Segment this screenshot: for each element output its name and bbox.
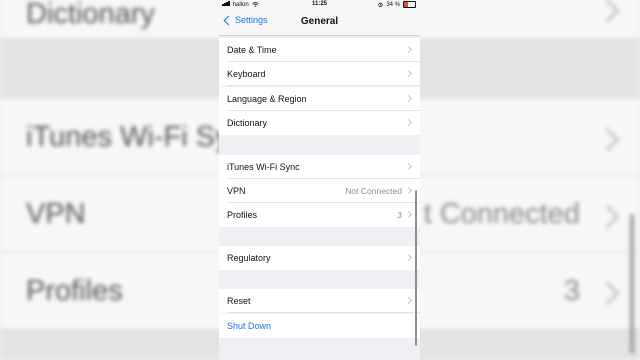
row-itunes-wifi-sync[interactable]: iTunes Wi-Fi Sync (219, 155, 420, 179)
page-title: General (300, 16, 339, 27)
status-bar: hallon 11:25 34 % (219, 0, 420, 10)
row-label: Date & Time (227, 45, 277, 55)
row-label: Reset (227, 296, 251, 306)
vpn-status: Not Connected (345, 186, 402, 196)
row-label: Dictionary (227, 118, 268, 128)
bg-label-profiles: Profiles (26, 275, 123, 307)
row-separator (227, 312, 420, 313)
row-label: Keyboard (227, 69, 266, 79)
row-vpn[interactable]: VPN Not Connected (219, 179, 420, 203)
bg-label-dictionary: Dictionary (26, 0, 155, 30)
row-label: Regulatory (227, 253, 271, 263)
row-label: VPN (227, 186, 246, 196)
battery-fill (404, 2, 408, 7)
row-label: iTunes Wi-Fi Sync (227, 162, 300, 172)
bg-chevron-icon (595, 281, 620, 306)
bg-label-itunes: iTunes Wi-Fi Sy (26, 121, 230, 153)
bg-chevron-icon (595, 0, 620, 23)
chevron-right-icon (404, 45, 413, 54)
bg-scroll-indicator (630, 214, 634, 354)
row-separator (227, 85, 420, 86)
bg-chevron-icon (595, 127, 620, 152)
bg-value-profiles: 3 (563, 275, 580, 307)
chevron-right-icon (404, 118, 413, 127)
row-profiles[interactable]: Profiles 3 (219, 203, 420, 227)
shut-down-label: Shut Down (227, 321, 272, 331)
status-right-group: 34 % (378, 1, 416, 8)
navigation-bar: Settings General (219, 10, 420, 36)
phone-screen: hallon 11:25 34 % Settings General Date … (219, 0, 420, 360)
row-shut-down[interactable]: Shut Down (219, 314, 420, 338)
row-dictionary[interactable]: Dictionary (219, 111, 420, 135)
chevron-right-icon (404, 94, 413, 103)
chevron-right-icon (404, 210, 413, 219)
chevron-right-icon (404, 162, 413, 171)
row-label: Language & Region (227, 94, 307, 104)
bg-value-vpn: t Connected (423, 198, 580, 230)
chevron-right-icon (404, 296, 413, 305)
row-reset[interactable]: Reset (219, 289, 420, 313)
row-regulatory[interactable]: Regulatory (219, 246, 420, 270)
chevron-right-icon (404, 69, 413, 78)
battery-icon (403, 1, 416, 8)
bg-chevron-icon (595, 204, 620, 229)
battery-percent: 34 % (386, 1, 400, 8)
profiles-count: 3 (397, 210, 402, 220)
row-keyboard[interactable]: Keyboard (219, 62, 420, 86)
chevron-right-icon (404, 253, 413, 262)
bg-label-vpn: VPN (26, 198, 86, 230)
chevron-right-icon (404, 186, 413, 195)
alarm-icon (378, 2, 383, 7)
row-label: Profiles (227, 210, 258, 220)
row-date-time[interactable]: Date & Time (219, 38, 420, 62)
row-language-region[interactable]: Language & Region (219, 87, 420, 111)
scroll-indicator (415, 190, 417, 346)
